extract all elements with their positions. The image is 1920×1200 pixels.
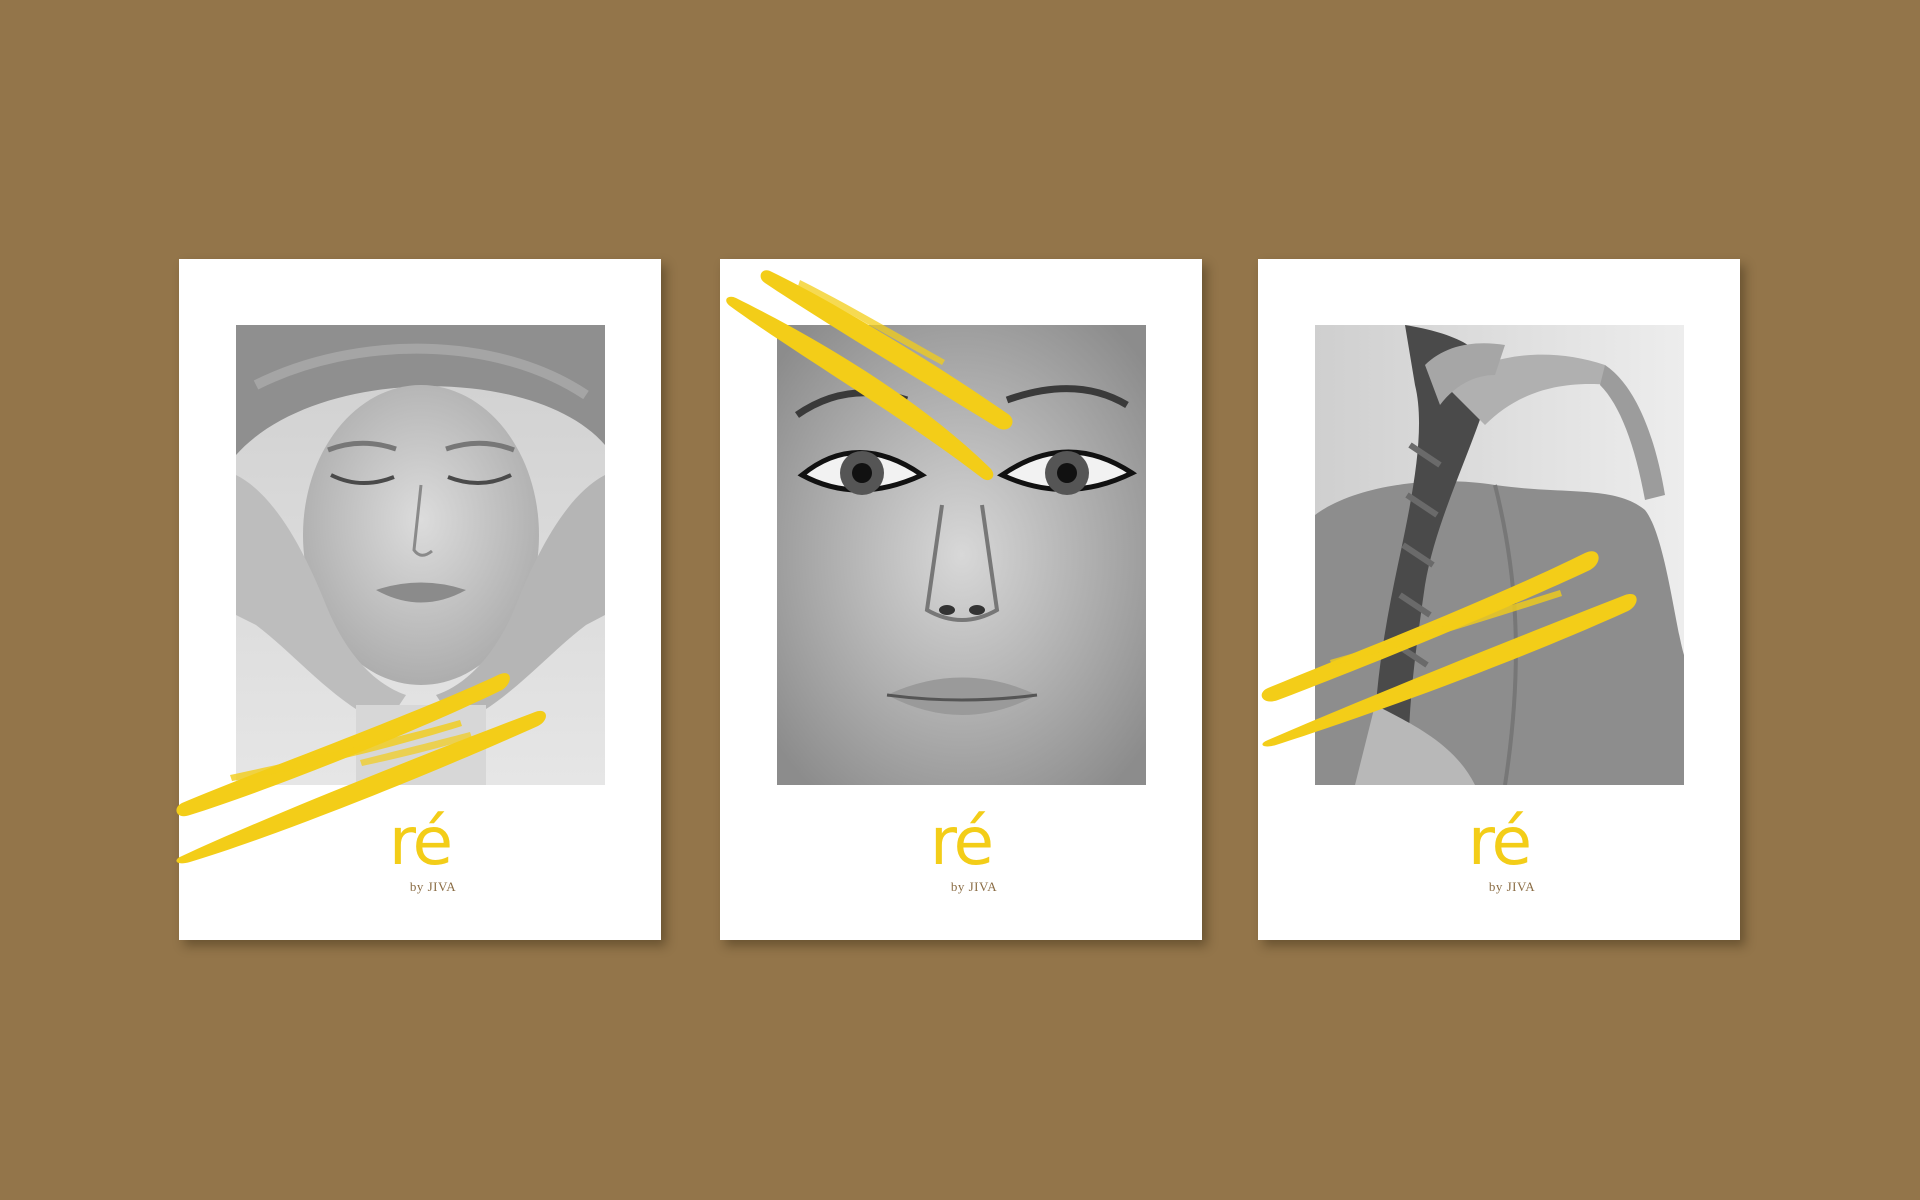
poster-card-3: ré by JIVA: [1258, 259, 1740, 940]
brand-logo: ré by JIVA: [179, 807, 661, 895]
face-portrait-photo: [777, 325, 1146, 785]
logo-subtitle: by JIVA: [950, 879, 998, 894]
back-braid-photo: [1315, 325, 1684, 785]
brand-logo: ré by JIVA: [1258, 807, 1740, 895]
logo-mark: ré: [1467, 803, 1532, 880]
brand-logo: ré by JIVA: [720, 807, 1202, 895]
logo-mark: ré: [929, 803, 994, 880]
poster-card-1: ré by JIVA: [179, 259, 661, 940]
logo-subtitle: by JIVA: [409, 879, 457, 894]
face-massage-photo: [236, 325, 605, 785]
logo-subtitle: by JIVA: [1488, 879, 1536, 894]
poster-card-2: ré by JIVA: [720, 259, 1202, 940]
logo-mark: ré: [388, 803, 453, 880]
